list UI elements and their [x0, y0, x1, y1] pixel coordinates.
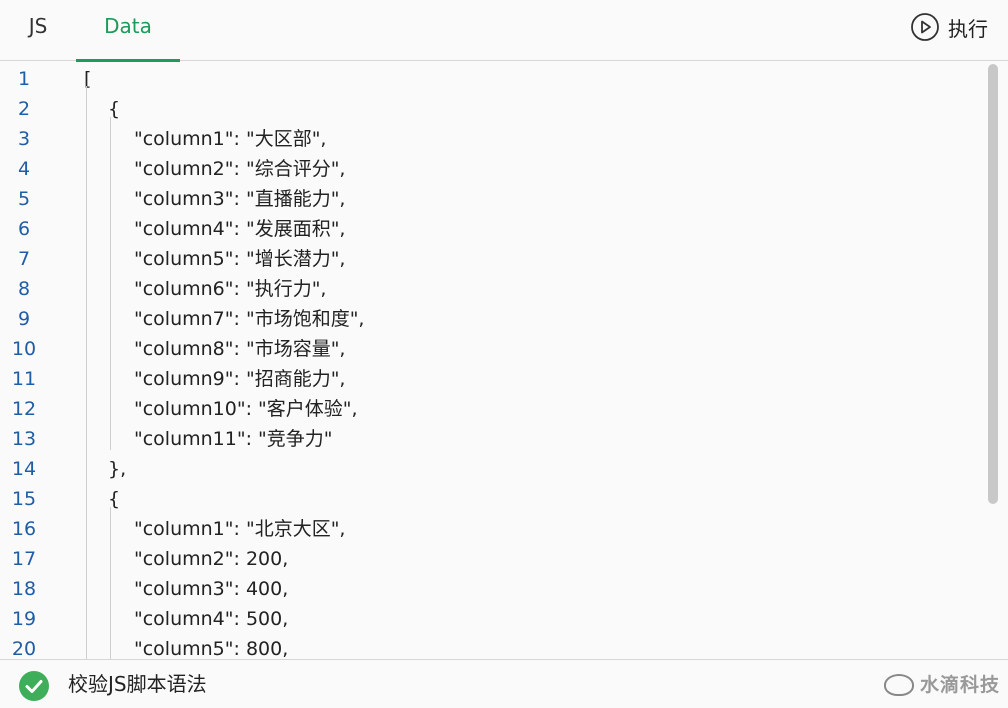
tab-bar: JS Data 执行	[0, 0, 1008, 62]
code-line[interactable]: "column8": "市场容量",	[134, 334, 345, 364]
line-number: 14	[11, 458, 37, 480]
line-number: 1	[17, 68, 31, 90]
code-line[interactable]: "column4": 500,	[134, 604, 288, 634]
code-line[interactable]: "column4": "发展面积",	[134, 214, 345, 244]
line-number: 5	[17, 188, 31, 210]
line-number: 11	[11, 368, 37, 390]
code-line[interactable]: "column1": "大区部",	[134, 124, 326, 154]
code-line[interactable]: "column1": "北京大区",	[134, 514, 345, 544]
line-number: 7	[17, 248, 31, 270]
line-number: 4	[17, 158, 31, 180]
line-number: 17	[11, 548, 37, 570]
check-circle-icon	[18, 670, 50, 706]
line-number: 19	[11, 608, 37, 630]
line-number: 9	[17, 308, 31, 330]
tab-data[interactable]: Data	[76, 0, 180, 62]
vertical-scrollbar[interactable]	[988, 62, 998, 659]
scrollbar-thumb[interactable]	[988, 64, 998, 504]
weibo-logo-icon	[883, 674, 914, 696]
code-line[interactable]: "column5": 800,	[134, 634, 288, 659]
tab-js[interactable]: JS	[0, 0, 76, 61]
code-line[interactable]: "column10": "客户体验",	[134, 394, 358, 424]
code-editor[interactable]: 1 2 3 4 5 6 7 8 9 10 11 12 13 14 15 16 17 18 19 20 [{"colum…	[0, 62, 1008, 659]
code-line[interactable]: "column7": "市场饱和度",	[134, 304, 364, 334]
line-number: 18	[11, 578, 37, 600]
tab-data-label: Data	[104, 14, 152, 38]
code-line[interactable]: "column2": "综合评分",	[134, 154, 345, 184]
line-number: 15	[11, 488, 37, 510]
line-number: 8	[17, 278, 31, 300]
indent-guide-level-2b	[110, 507, 111, 659]
line-number: 3	[17, 128, 31, 150]
run-button[interactable]: 执行	[910, 11, 988, 43]
line-number: 6	[17, 218, 31, 240]
watermark-text: 水滴科技	[919, 674, 1000, 696]
code-line[interactable]: "column11": "竞争力"	[134, 424, 333, 454]
syntax-check-status: 校验JS脚本语法	[68, 672, 207, 696]
play-circle-icon	[910, 12, 940, 42]
code-line[interactable]: "column6": "执行力",	[134, 274, 326, 304]
watermark: 水滴科技	[883, 670, 1000, 700]
line-number: 10	[11, 338, 37, 360]
line-number-gutter: 1 2 3 4 5 6 7 8 9 10 11 12 13 14 15 16 17 18 19 20	[0, 62, 60, 659]
indent-guide-level-1	[86, 86, 87, 659]
line-number: 2	[17, 98, 31, 120]
code-line[interactable]: "column3": "直播能力",	[134, 184, 345, 214]
status-bar: 校验JS脚本语法 水滴科技	[0, 659, 1008, 708]
code-line[interactable]: "column2": 200,	[134, 544, 288, 574]
line-number: 12	[11, 398, 37, 420]
indent-guide-level-2a	[110, 117, 111, 450]
line-number: 13	[11, 428, 37, 450]
line-number: 16	[11, 518, 37, 540]
code-line[interactable]: "column3": 400,	[134, 574, 288, 604]
code-line[interactable]: "column5": "增长潜力",	[134, 244, 345, 274]
code-line[interactable]: },	[108, 454, 126, 484]
line-number: 20	[11, 638, 37, 659]
run-button-label: 执行	[948, 16, 988, 41]
code-line[interactable]: "column9": "招商能力",	[134, 364, 345, 394]
